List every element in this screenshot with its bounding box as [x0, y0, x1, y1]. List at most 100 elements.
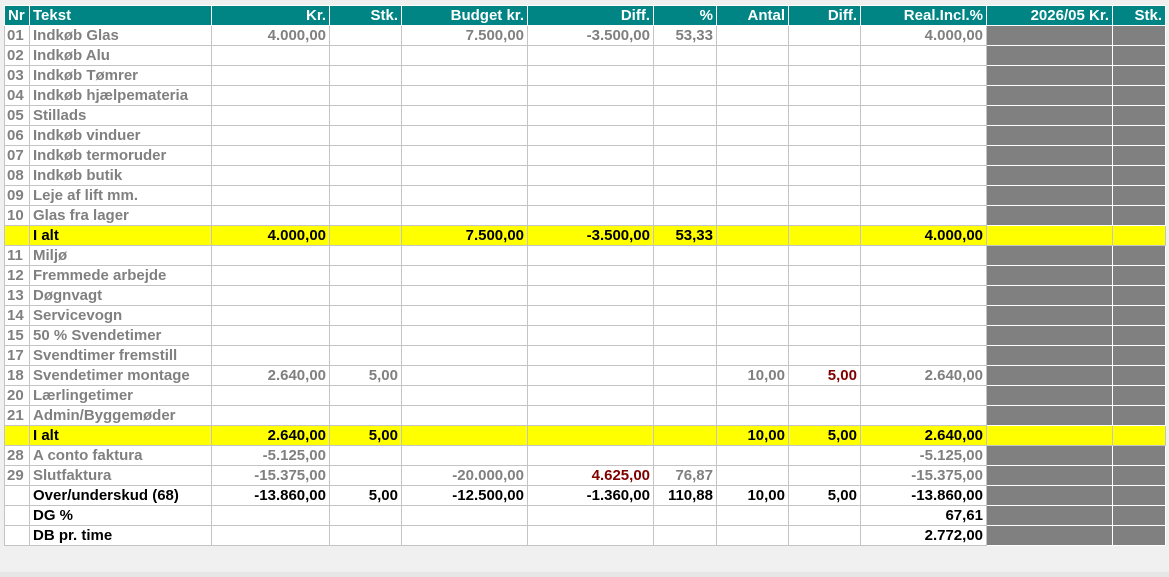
- cell-budget-kr[interactable]: 7.500,00: [401, 225, 528, 246]
- cell-diff-antal[interactable]: 5,00: [788, 425, 861, 446]
- cell-percent[interactable]: [653, 425, 717, 446]
- cell-period-stk[interactable]: [1112, 45, 1166, 66]
- summary-row[interactable]: DB pr. time 2.772,00: [4, 525, 1166, 546]
- cell-diff[interactable]: [527, 305, 654, 326]
- cell-kr[interactable]: [211, 405, 330, 426]
- cell-real-incl[interactable]: 2.640,00: [860, 425, 987, 446]
- cell-percent[interactable]: 76,87: [653, 465, 717, 486]
- cell-budget-kr[interactable]: [401, 185, 528, 206]
- cell-antal[interactable]: [716, 165, 789, 186]
- cell-kr[interactable]: [211, 205, 330, 226]
- cell-diff[interactable]: [527, 165, 654, 186]
- cell-nr[interactable]: 03: [4, 65, 30, 86]
- cell-diff-antal[interactable]: [788, 165, 861, 186]
- cell-tekst[interactable]: Svendtimer fremstill: [29, 345, 212, 366]
- cell-budget-kr[interactable]: [401, 105, 528, 126]
- cell-diff-antal[interactable]: [788, 385, 861, 406]
- table-row[interactable]: 29 Slutfaktura -15.375,00 -20.000,00 4.625,0…: [4, 465, 1166, 486]
- cell-antal[interactable]: [716, 85, 789, 106]
- cell-tekst[interactable]: Over/underskud (68): [29, 485, 212, 506]
- cell-percent[interactable]: [653, 305, 717, 326]
- cell-antal[interactable]: [716, 145, 789, 166]
- cell-tekst[interactable]: Indkøb Tømrer: [29, 65, 212, 86]
- cell-period-stk[interactable]: [1112, 205, 1166, 226]
- cell-stk[interactable]: [329, 445, 402, 466]
- cell-diff[interactable]: [527, 425, 654, 446]
- cell-kr[interactable]: [211, 185, 330, 206]
- cell-diff-antal[interactable]: [788, 85, 861, 106]
- cell-diff-antal[interactable]: [788, 525, 861, 546]
- cell-diff-antal[interactable]: [788, 185, 861, 206]
- cell-kr[interactable]: [211, 245, 330, 266]
- cell-budget-kr[interactable]: [401, 345, 528, 366]
- cell-period-kr[interactable]: [986, 525, 1113, 546]
- cell-diff[interactable]: -3.500,00: [527, 225, 654, 246]
- cell-diff[interactable]: 4.625,00: [527, 465, 654, 486]
- cell-tekst[interactable]: Lærlingetimer: [29, 385, 212, 406]
- cell-period-stk[interactable]: [1112, 445, 1166, 466]
- cell-budget-kr[interactable]: [401, 405, 528, 426]
- cell-tekst[interactable]: Indkøb hjælpemateria: [29, 85, 212, 106]
- cell-period-kr[interactable]: [986, 85, 1113, 106]
- cell-period-stk[interactable]: [1112, 485, 1166, 506]
- cell-percent[interactable]: [653, 265, 717, 286]
- cell-diff[interactable]: [527, 205, 654, 226]
- cell-stk[interactable]: 5,00: [329, 425, 402, 446]
- cell-antal[interactable]: [716, 505, 789, 526]
- cell-period-kr[interactable]: [986, 65, 1113, 86]
- cell-kr[interactable]: 2.640,00: [211, 425, 330, 446]
- table-row[interactable]: 18 Svendetimer montage 2.640,00 5,00 10,00 5,…: [4, 365, 1166, 386]
- cell-kr[interactable]: [211, 85, 330, 106]
- cell-tekst[interactable]: I alt: [29, 425, 212, 446]
- cell-real-incl[interactable]: -5.125,00: [860, 445, 987, 466]
- cell-period-stk[interactable]: [1112, 345, 1166, 366]
- cell-period-kr[interactable]: [986, 245, 1113, 266]
- cell-budget-kr[interactable]: [401, 525, 528, 546]
- cell-kr[interactable]: 4.000,00: [211, 225, 330, 246]
- cell-diff[interactable]: [527, 45, 654, 66]
- cell-stk[interactable]: [329, 185, 402, 206]
- cell-stk[interactable]: [329, 525, 402, 546]
- cell-real-incl[interactable]: [860, 85, 987, 106]
- cell-period-kr[interactable]: [986, 325, 1113, 346]
- table-row[interactable]: 12 Fremmede arbejde: [4, 265, 1166, 286]
- table-row[interactable]: 20 Lærlingetimer: [4, 385, 1166, 406]
- cell-real-incl[interactable]: [860, 405, 987, 426]
- cell-tekst[interactable]: Fremmede arbejde: [29, 265, 212, 286]
- cell-antal[interactable]: [716, 385, 789, 406]
- cell-percent[interactable]: [653, 65, 717, 86]
- cell-nr[interactable]: 20: [4, 385, 30, 406]
- cell-antal[interactable]: [716, 45, 789, 66]
- cell-stk[interactable]: [329, 465, 402, 486]
- cell-period-kr[interactable]: [986, 185, 1113, 206]
- cell-period-stk[interactable]: [1112, 365, 1166, 386]
- table-row[interactable]: 07 Indkøb termoruder: [4, 145, 1166, 166]
- table-row[interactable]: 03 Indkøb Tømrer: [4, 65, 1166, 86]
- cell-percent[interactable]: [653, 185, 717, 206]
- cell-budget-kr[interactable]: [401, 265, 528, 286]
- cell-diff[interactable]: [527, 145, 654, 166]
- cell-nr[interactable]: 29: [4, 465, 30, 486]
- cell-diff-antal[interactable]: [788, 145, 861, 166]
- cell-period-stk[interactable]: [1112, 65, 1166, 86]
- cell-percent[interactable]: [653, 105, 717, 126]
- cell-percent[interactable]: [653, 205, 717, 226]
- cell-stk[interactable]: [329, 225, 402, 246]
- cell-nr[interactable]: 18: [4, 365, 30, 386]
- col-header-kr[interactable]: Kr.: [211, 5, 330, 26]
- cell-period-stk[interactable]: [1112, 225, 1166, 246]
- cell-percent[interactable]: [653, 445, 717, 466]
- cell-diff-antal[interactable]: [788, 105, 861, 126]
- cell-budget-kr[interactable]: 7.500,00: [401, 25, 528, 46]
- cell-kr[interactable]: [211, 125, 330, 146]
- cell-real-incl[interactable]: [860, 125, 987, 146]
- cell-diff-antal[interactable]: [788, 65, 861, 86]
- cell-real-incl[interactable]: [860, 145, 987, 166]
- cell-kr[interactable]: [211, 385, 330, 406]
- cell-diff[interactable]: [527, 105, 654, 126]
- cell-diff-antal[interactable]: [788, 445, 861, 466]
- cell-kr[interactable]: [211, 325, 330, 346]
- cell-kr[interactable]: -13.860,00: [211, 485, 330, 506]
- subtotal-row[interactable]: I alt 4.000,00 7.500,00 -3.500,00 53,33 4.000…: [4, 225, 1166, 246]
- cell-percent[interactable]: [653, 165, 717, 186]
